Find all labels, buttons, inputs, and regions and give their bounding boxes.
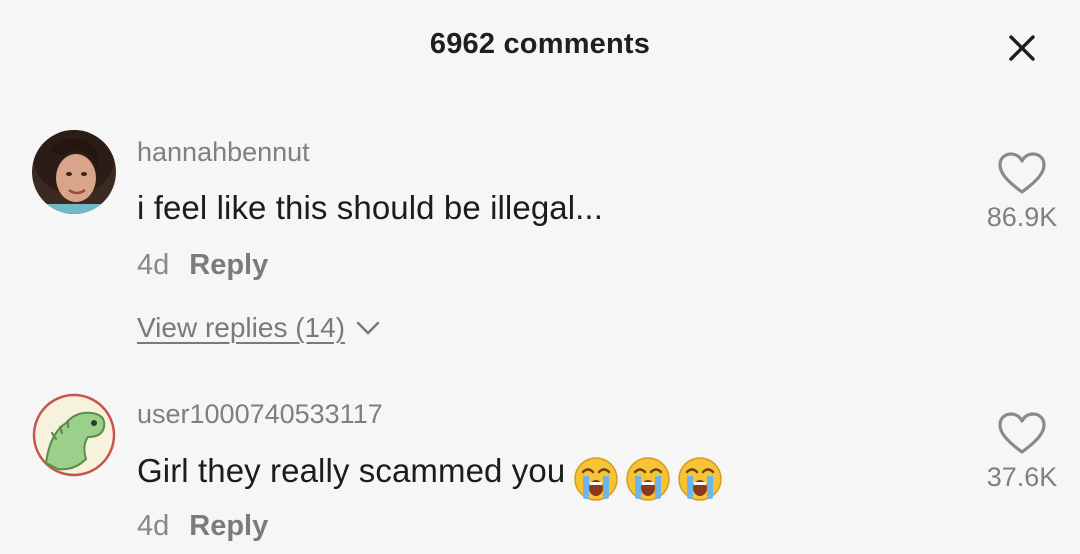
avatar[interactable] <box>32 130 116 214</box>
chevron-down-icon <box>356 321 380 334</box>
comment-time: 4d <box>137 249 170 281</box>
comments-count-title: 6962 comments <box>429 28 651 60</box>
loudly-crying-face-icon <box>574 457 619 502</box>
comment-meta: 4d Reply <box>137 510 268 543</box>
loudly-crying-face-icon <box>678 457 723 502</box>
close-button[interactable] <box>1003 29 1041 67</box>
comment-username[interactable]: hannahbennut <box>137 137 310 168</box>
like-control: 37.6K <box>962 412 1080 493</box>
view-replies-label: View replies (14) <box>137 312 346 343</box>
avatar[interactable] <box>32 393 116 477</box>
comment-time: 4d <box>137 510 170 542</box>
comment-meta: 4d Reply <box>137 249 268 282</box>
heart-icon[interactable] <box>997 412 1047 456</box>
loudly-crying-face-icon <box>626 457 671 502</box>
like-control: 86.9K <box>962 152 1080 233</box>
comment-username[interactable]: user1000740533117 <box>137 399 383 430</box>
close-icon <box>1009 35 1035 61</box>
reply-button[interactable]: Reply <box>189 249 268 281</box>
like-count: 86.9K <box>986 202 1058 232</box>
reply-button[interactable]: Reply <box>189 510 268 542</box>
comment-text-body: Girl they really scammed you <box>137 452 566 489</box>
view-replies-link[interactable]: View replies (14) <box>137 312 381 344</box>
heart-icon[interactable] <box>997 152 1047 196</box>
comment-text: i feel like this should be illegal... <box>137 189 603 226</box>
comment-text: Girl they really scammed you <box>137 452 729 502</box>
emoji-group <box>573 456 729 502</box>
like-count: 37.6K <box>986 462 1058 492</box>
comments-header: 6962 comments <box>0 0 1080 95</box>
